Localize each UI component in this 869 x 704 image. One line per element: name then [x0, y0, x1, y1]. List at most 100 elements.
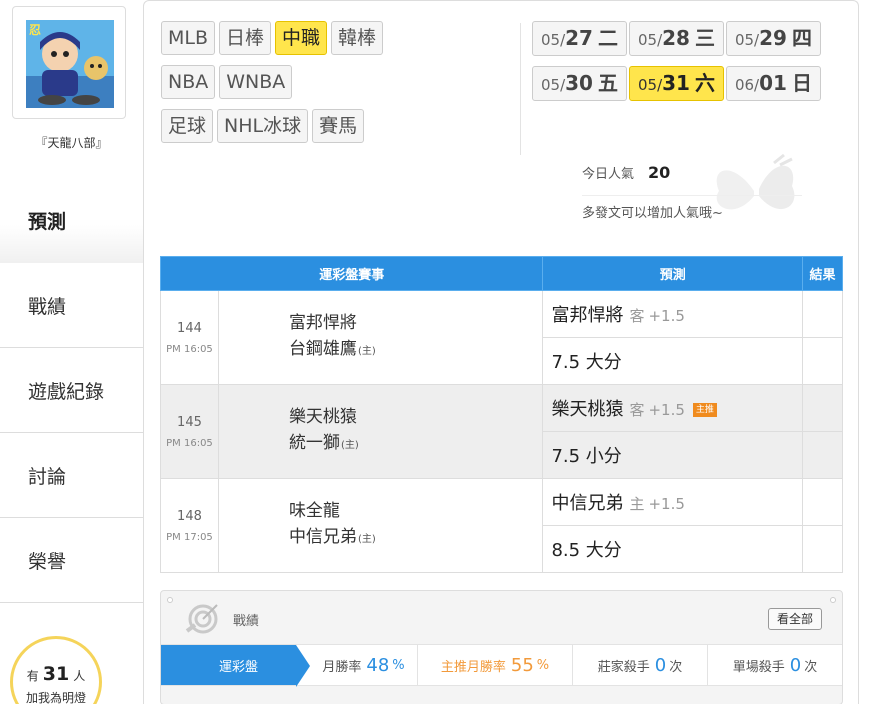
league-tag-nba[interactable]: NBA	[161, 65, 216, 99]
pick-total: 8.5 大分	[542, 525, 804, 573]
lamp-prefix: 有	[26, 669, 39, 683]
league-tag-nhl[interactable]: NHL冰球	[217, 109, 309, 143]
date-weekday: 二	[597, 26, 618, 50]
home-team-line: 統一獅(主)	[289, 430, 543, 459]
game-time: PM 17:05	[166, 531, 213, 543]
date-month: 05/	[637, 76, 663, 94]
stat-value: 0	[789, 654, 802, 676]
date-weekday: 三	[694, 26, 715, 50]
game-teams[interactable]: 富邦悍將 台鋼雄鷹(主)	[217, 290, 544, 385]
league-tag-wnba[interactable]: WNBA	[219, 65, 293, 99]
nav-item-honor[interactable]: 榮譽	[0, 518, 143, 603]
user-name[interactable]: 『天龍八部』	[0, 134, 143, 151]
date-weekday: 五	[597, 71, 618, 95]
pick-spread: 富邦悍將客 +1.5	[542, 290, 804, 338]
nav-label: 遊戲紀錄	[28, 380, 105, 403]
header-result: 結果	[802, 256, 843, 291]
see-all-button[interactable]: 看全部	[767, 608, 822, 630]
popularity-label: 今日人氣	[582, 167, 635, 182]
nav-label: 討論	[28, 465, 67, 488]
game-time: PM 16:05	[166, 343, 213, 355]
stats-panel: 戰績 看全部 運彩盤 月勝率 48% 主推月勝率 55% 莊家殺手 0 次 單場殺手 0 次	[160, 590, 843, 704]
table-row: 145 PM 16:05 樂天桃猿 統一獅(主) 樂天桃猿客 +1.5 主推	[160, 384, 843, 479]
league-tag-npb[interactable]: 日棒	[219, 21, 272, 55]
home-mark: (主)	[340, 440, 359, 451]
prediction-table: 運彩盤賽事 預測 結果 144 PM 16:05 富邦悍將 台鋼雄鷹(主) 富邦…	[159, 256, 843, 573]
pick-side: 客	[629, 307, 645, 325]
nav-label: 預測	[28, 211, 67, 233]
date-weekday: 四	[791, 26, 812, 50]
date-button[interactable]: 05/30 五	[532, 66, 627, 101]
pick-team: 樂天桃猿	[551, 399, 624, 420]
pick-side: 客	[629, 401, 645, 419]
avatar-image: 忍	[26, 20, 114, 108]
table-row: 144 PM 16:05 富邦悍將 台鋼雄鷹(主) 富邦悍將客 +1.5	[160, 290, 843, 385]
pick-side: 主	[629, 495, 645, 513]
date-button[interactable]: 05/28 三	[628, 21, 724, 56]
game-number: 148	[177, 508, 202, 524]
date-day: 29	[759, 26, 787, 50]
lamp-suffix: 人	[73, 669, 86, 683]
league-tag-horse-racing[interactable]: 賽馬	[312, 109, 365, 143]
date-button[interactable]: 05/29 四	[725, 21, 821, 56]
popularity-panel: 今日人氣 20 多發文可以增加人氣哦~	[582, 161, 802, 221]
nav-item-discussion[interactable]: 討論	[0, 433, 143, 518]
avatar[interactable]: 忍	[12, 6, 126, 119]
stat-label: 單場殺手	[732, 659, 785, 675]
stat-banker-killer: 莊家殺手 0 次	[573, 645, 708, 685]
date-day: 01	[759, 71, 787, 95]
date-month: 05/	[541, 31, 566, 49]
tab-sports-lottery[interactable]: 運彩盤	[161, 645, 310, 687]
main-panel: MLB 日棒 中職 韓棒 NBA WNBA 足球 NHL冰球 賽馬 05/27 二 05/28 三…	[143, 0, 859, 704]
sidebar-nav: 預測 戰績 遊戲紀錄 討論 榮譽	[0, 178, 143, 603]
game-time: PM 16:05	[166, 437, 213, 449]
game-teams[interactable]: 樂天桃猿 統一獅(主)	[217, 384, 544, 479]
date-day: 27	[565, 26, 593, 50]
date-day: 30	[565, 71, 593, 95]
date-button[interactable]: 05/27 二	[532, 21, 627, 56]
game-teams[interactable]: 味全龍 中信兄弟(主)	[217, 478, 544, 573]
date-button[interactable]: 06/01 日	[725, 66, 821, 101]
stat-unit: %	[392, 657, 405, 673]
pick-total: 7.5 小分	[542, 431, 804, 479]
game-info: 145 PM 16:05	[160, 384, 219, 479]
home-team-line: 中信兄弟(主)	[289, 524, 543, 553]
result-cell	[802, 478, 843, 526]
stats-title: 戰績	[233, 614, 260, 629]
stat-value: 55	[510, 654, 534, 676]
date-weekday: 日	[791, 71, 812, 95]
result-cell	[802, 431, 843, 479]
league-tag-kbo[interactable]: 韓棒	[331, 21, 384, 55]
date-month: 05/	[541, 76, 566, 94]
nav-label: 戰績	[28, 295, 67, 318]
date-button-selected[interactable]: 05/31 六	[628, 66, 724, 101]
result-cell	[802, 384, 843, 432]
stat-label: 主推月勝率	[440, 659, 506, 675]
date-month: 06/	[734, 76, 760, 94]
away-team: 味全龍	[288, 501, 340, 521]
target-icon	[185, 604, 218, 634]
header-game: 運彩盤賽事	[159, 256, 544, 291]
home-team: 台鋼雄鷹	[288, 339, 357, 359]
pick-spread: 樂天桃猿客 +1.5 主推	[542, 384, 804, 432]
nav-item-record[interactable]: 戰績	[0, 263, 143, 348]
league-tag-mlb[interactable]: MLB	[161, 21, 216, 55]
league-tag-soccer[interactable]: 足球	[161, 109, 214, 143]
stat-single-killer: 單場殺手 0 次	[708, 645, 842, 685]
sidebar: 忍 『天龍八部』 預測 戰績 遊戲紀錄 討論 榮譽 有 31 人 加我為明燈	[0, 0, 143, 704]
lamp-text: 加我為明燈	[25, 691, 86, 704]
pick-team: 富邦悍將	[551, 305, 624, 326]
result-cell	[802, 290, 843, 338]
pick-total: 7.5 大分	[542, 337, 804, 385]
lamp-count: 有 31 人	[13, 663, 99, 685]
header-pick: 預測	[542, 256, 804, 291]
pick-spread: 中信兄弟主 +1.5	[542, 478, 804, 526]
nav-item-game-history[interactable]: 遊戲紀錄	[0, 348, 143, 433]
nav-item-predict[interactable]: 預測	[0, 178, 143, 263]
date-day: 31	[662, 71, 690, 95]
stat-label: 月勝率	[322, 659, 362, 675]
follow-lamp-badge[interactable]: 有 31 人 加我為明燈	[10, 636, 102, 704]
home-team: 統一獅	[288, 433, 340, 453]
table-header-row: 運彩盤賽事 預測 結果	[159, 256, 843, 291]
league-tag-cpbl[interactable]: 中職	[275, 21, 328, 55]
